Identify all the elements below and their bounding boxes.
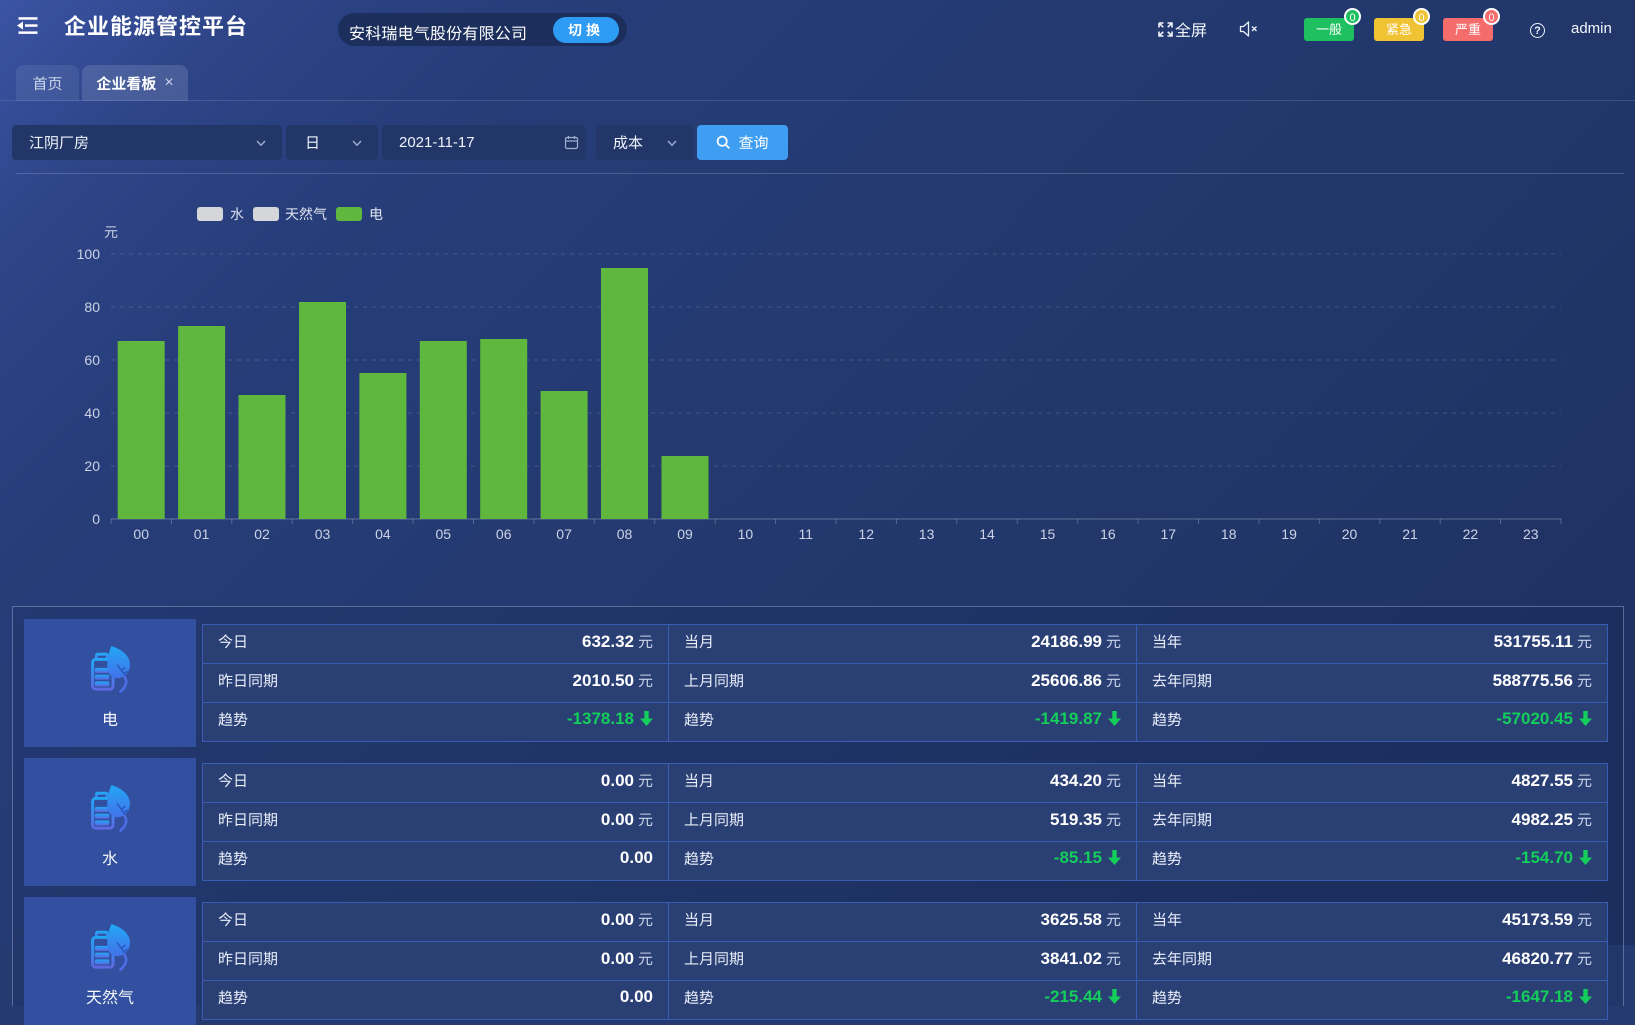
svg-text:0: 0 <box>92 511 100 527</box>
svg-text:06: 06 <box>496 526 512 542</box>
svg-text:20: 20 <box>84 458 100 474</box>
svg-text:02: 02 <box>254 526 270 542</box>
svg-text:20: 20 <box>1342 526 1358 542</box>
svg-text:23: 23 <box>1523 526 1539 542</box>
svg-text:19: 19 <box>1281 526 1297 542</box>
svg-text:08: 08 <box>617 526 633 542</box>
svg-text:天然气: 天然气 <box>285 206 327 222</box>
svg-text:水: 水 <box>230 206 244 222</box>
svg-text:21: 21 <box>1402 526 1418 542</box>
svg-text:80: 80 <box>84 299 100 315</box>
svg-text:电: 电 <box>369 206 383 222</box>
svg-text:00: 00 <box>133 526 149 542</box>
svg-text:07: 07 <box>556 526 572 542</box>
svg-text:18: 18 <box>1221 526 1237 542</box>
svg-text:04: 04 <box>375 526 391 542</box>
svg-text:40: 40 <box>84 405 100 421</box>
svg-text:22: 22 <box>1463 526 1479 542</box>
svg-text:12: 12 <box>858 526 874 542</box>
svg-text:11: 11 <box>799 526 814 542</box>
svg-text:09: 09 <box>677 526 693 542</box>
svg-text:13: 13 <box>919 526 935 542</box>
svg-text:05: 05 <box>436 526 452 542</box>
svg-text:01: 01 <box>194 526 210 542</box>
svg-text:03: 03 <box>315 526 331 542</box>
svg-text:10: 10 <box>738 526 754 542</box>
svg-text:16: 16 <box>1100 526 1116 542</box>
svg-text:17: 17 <box>1161 526 1177 542</box>
svg-text:元: 元 <box>104 224 118 240</box>
svg-text:14: 14 <box>979 526 995 542</box>
svg-text:100: 100 <box>77 246 101 262</box>
svg-text:60: 60 <box>84 352 100 368</box>
svg-text:15: 15 <box>1040 526 1056 542</box>
